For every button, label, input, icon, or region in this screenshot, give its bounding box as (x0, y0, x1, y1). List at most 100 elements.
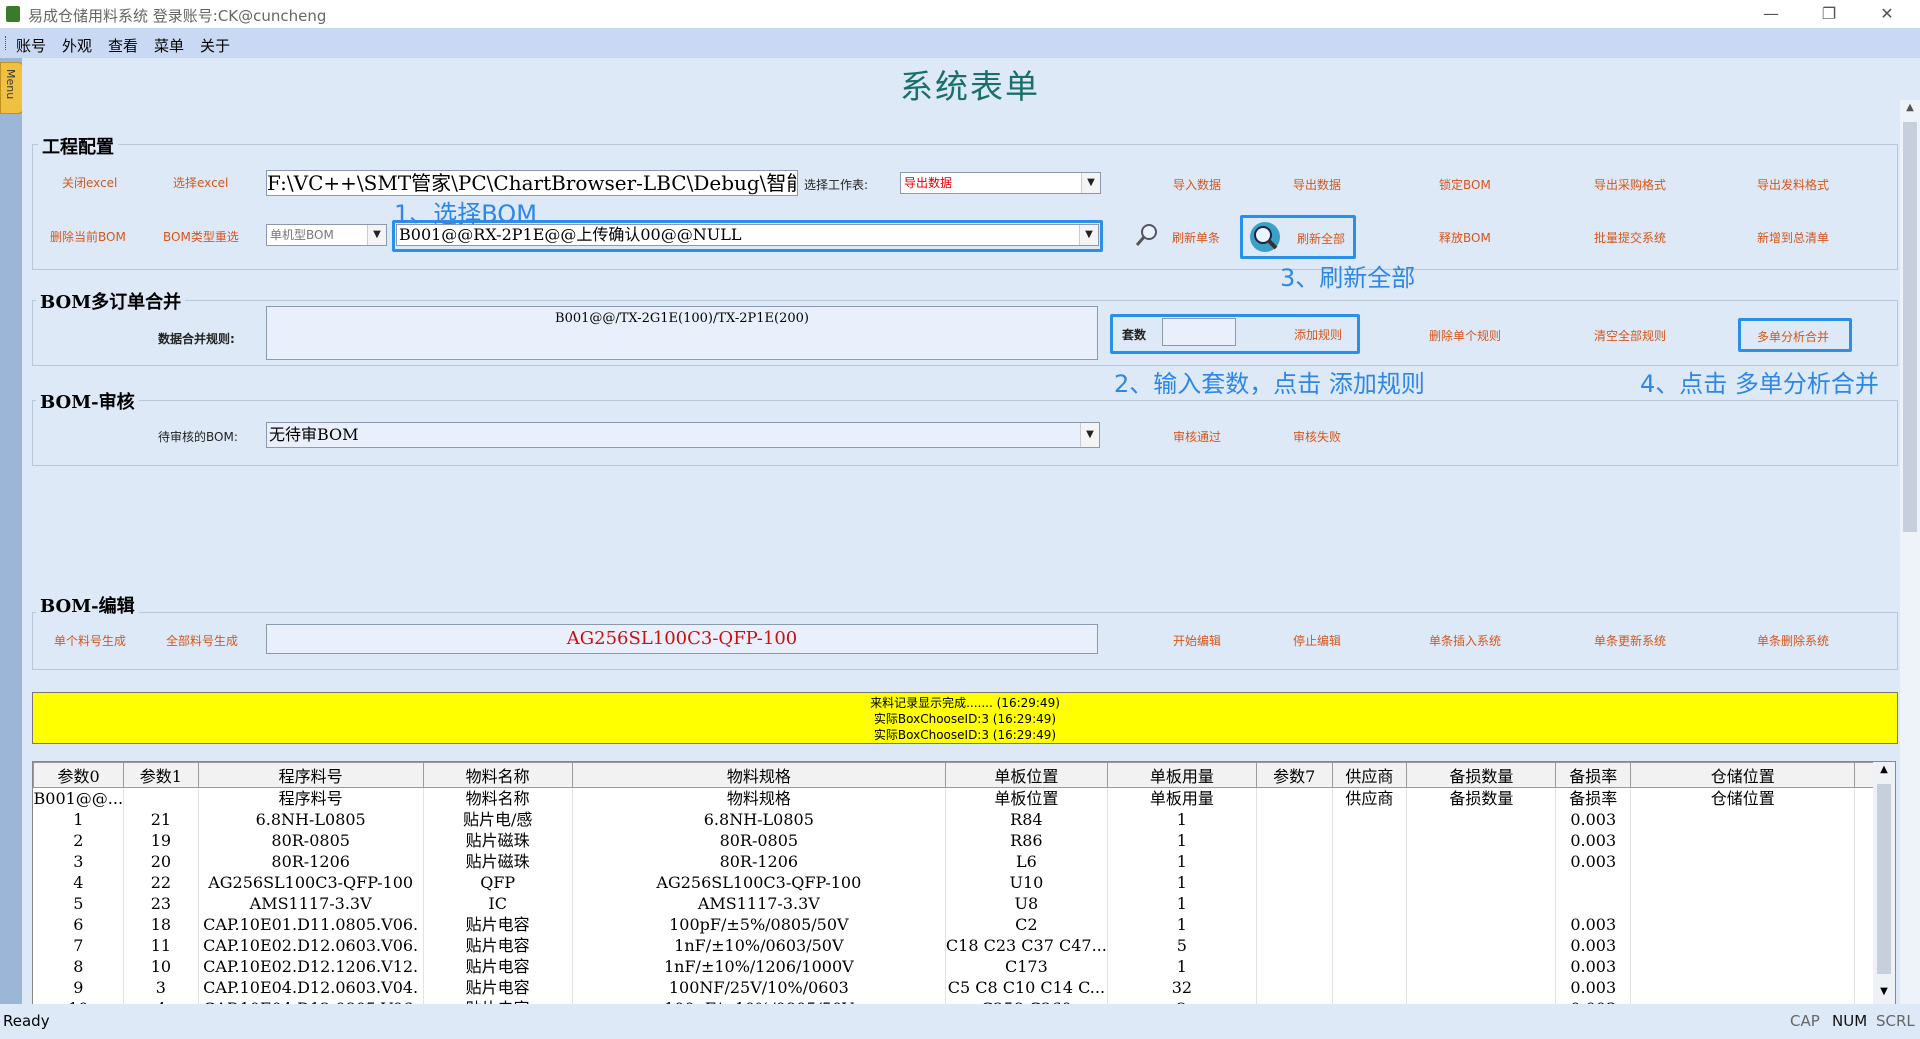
table-row[interactable]: 7 11 CAP.10E02.D12.0603.V06. 贴片电容 1nF/±10%/0… (33, 935, 1895, 956)
table-cell[interactable]: 0.003 (1555, 809, 1632, 830)
table-cell[interactable] (1630, 956, 1856, 977)
table-cell[interactable] (1630, 851, 1856, 872)
table-cell[interactable]: 7 (33, 935, 125, 956)
table-row[interactable]: 6 18 CAP.10E01.D11.0805.V06. 贴片电容 100pF/±5%/… (33, 914, 1895, 935)
column-header[interactable]: 单板用量 (1106, 762, 1257, 788)
table-cell[interactable]: 程序料号 (198, 787, 424, 809)
table-cell[interactable]: C5 C8 C10 C14 C... (945, 977, 1108, 998)
export-purchase-button[interactable]: 导出采购格式 (1594, 176, 1666, 193)
table-cell[interactable]: 0.003 (1555, 851, 1632, 872)
table-cell[interactable] (1630, 893, 1856, 914)
table-cell[interactable]: 3 (123, 977, 199, 998)
table-cell[interactable]: 2 (33, 830, 125, 851)
sets-input[interactable] (1162, 318, 1236, 346)
multi-merge-button[interactable]: 多单分析合并 (1738, 318, 1852, 352)
table-cell[interactable] (1256, 787, 1333, 809)
table-cell[interactable] (1332, 914, 1408, 935)
table-cell[interactable] (1406, 977, 1557, 998)
table-cell[interactable] (1256, 977, 1333, 998)
table-row[interactable]: 9 3 CAP.10E04.D12.0603.V04. 贴片电容 100NF/25V/1… (33, 977, 1895, 998)
table-cell[interactable]: 23 (123, 893, 199, 914)
table-cell[interactable]: 物料规格 (572, 787, 946, 809)
table-cell[interactable]: 6 (33, 914, 125, 935)
table-cell[interactable]: 贴片磁珠 (423, 830, 573, 851)
table-cell[interactable]: CAP.10E04.D12.0603.V04. (198, 977, 424, 998)
table-cell[interactable]: 贴片电容 (423, 956, 573, 977)
table-cell[interactable]: 11 (123, 935, 199, 956)
column-header[interactable]: 供应商 (1331, 762, 1408, 788)
close-button[interactable]: ✕ (1864, 2, 1910, 26)
table-scroll-up-icon[interactable]: ▲ (1873, 764, 1895, 775)
table-cell[interactable]: 单板位置 (945, 787, 1108, 809)
add-rule-button[interactable]: 添加规则 (1294, 326, 1342, 343)
column-header[interactable]: 仓储位置 (1630, 762, 1856, 788)
table-cell[interactable]: 1 (1107, 914, 1257, 935)
table-cell[interactable]: 6.8NH-L0805 (572, 809, 946, 830)
table-cell[interactable]: 贴片电容 (423, 914, 573, 935)
table-cell[interactable]: 物料名称 (423, 787, 573, 809)
part-number-field[interactable]: AG256SL100C3-QFP-100 (266, 624, 1098, 654)
scroll-thumb[interactable] (1903, 122, 1917, 532)
column-header[interactable]: 参数1 (123, 762, 199, 788)
page-scrollbar[interactable]: ▲ (1900, 100, 1920, 1004)
column-header[interactable]: 物料规格 (571, 762, 946, 788)
column-header[interactable]: 参数0 (33, 762, 125, 788)
table-cell[interactable] (1630, 872, 1856, 893)
table-cell[interactable] (1406, 851, 1557, 872)
insert-row-button[interactable]: 单条插入系统 (1429, 632, 1501, 649)
table-row[interactable]: 8 10 CAP.10E02.D12.1206.V12. 贴片电容 1nF/±10%/1… (33, 956, 1895, 977)
table-cell[interactable]: R86 (945, 830, 1108, 851)
table-cell[interactable]: 贴片电/感 (423, 809, 573, 830)
column-header[interactable]: 备损数量 (1406, 762, 1557, 788)
table-row[interactable]: 5 23 AMS1117-3.3V IC AMS1117-3.3V U8 1 (33, 893, 1895, 914)
table-cell[interactable]: 1 (1107, 956, 1257, 977)
column-header[interactable]: 参数7 (1255, 762, 1333, 788)
bom-type-filter-button[interactable]: BOM类型重选 (163, 228, 239, 245)
lock-bom-button[interactable]: 锁定BOM (1439, 176, 1491, 193)
restore-button[interactable]: ❐ (1806, 2, 1852, 26)
table-cell[interactable]: 100NF/25V/10%/0603 (572, 977, 946, 998)
table-cell[interactable]: 100pF/±5%/0805/50V (572, 914, 946, 935)
single-part-gen-button[interactable]: 单个料号生成 (54, 632, 126, 649)
table-row[interactable]: 3 20 80R-1206 贴片磁珠 80R-1206 L6 1 0.003 (33, 851, 1895, 872)
table-cell[interactable]: 供应商 (1332, 787, 1408, 809)
table-cell[interactable]: IC (423, 893, 573, 914)
table-cell[interactable]: 1 (1107, 809, 1257, 830)
table-cell[interactable]: 1 (1107, 893, 1257, 914)
table-cell[interactable] (1406, 872, 1557, 893)
table-cell[interactable] (1406, 830, 1557, 851)
table-cell[interactable] (1332, 977, 1408, 998)
table-cell[interactable] (1332, 935, 1408, 956)
table-cell[interactable]: 8 (33, 956, 125, 977)
table-cell[interactable] (1630, 830, 1856, 851)
chevron-down-icon[interactable]: ▼ (367, 225, 386, 245)
release-bom-button[interactable]: 释放BOM (1439, 229, 1491, 246)
table-cell[interactable]: 19 (123, 830, 199, 851)
table-cell[interactable]: QFP (423, 872, 573, 893)
close-excel-button[interactable]: 关闭excel (62, 174, 117, 191)
column-header[interactable]: 物料名称 (422, 762, 573, 788)
sheet-select[interactable]: 导出数据 ▼ (900, 172, 1101, 194)
chevron-down-icon[interactable]: ▼ (1080, 423, 1099, 447)
minimize-button[interactable]: — (1748, 2, 1794, 26)
table-cell[interactable]: 10 (123, 956, 199, 977)
column-header[interactable]: 备损率 (1555, 762, 1632, 788)
table-cell[interactable] (1406, 956, 1557, 977)
export-issue-button[interactable]: 导出发料格式 (1757, 176, 1829, 193)
menu-about[interactable]: 关于 (200, 35, 230, 56)
table-cell[interactable]: 0.003 (1555, 956, 1632, 977)
table-cell[interactable]: 1 (1107, 830, 1257, 851)
delete-row-button[interactable]: 单条删除系统 (1757, 632, 1829, 649)
table-cell[interactable] (1256, 872, 1333, 893)
chevron-down-icon[interactable]: ▼ (1081, 173, 1100, 193)
table-cell[interactable] (1332, 956, 1408, 977)
table-cell[interactable]: CAP.10E01.D11.0805.V06. (198, 914, 424, 935)
chevron-down-icon[interactable]: ▼ (1079, 225, 1098, 245)
menu-account[interactable]: 账号 (16, 35, 46, 56)
table-cell[interactable] (1332, 851, 1408, 872)
stop-edit-button[interactable]: 停止编辑 (1293, 632, 1341, 649)
table-cell[interactable]: L6 (945, 851, 1108, 872)
table-cell[interactable]: 0.003 (1555, 830, 1632, 851)
column-header[interactable]: 单板位置 (944, 762, 1108, 788)
table-cell[interactable]: AMS1117-3.3V (572, 893, 946, 914)
